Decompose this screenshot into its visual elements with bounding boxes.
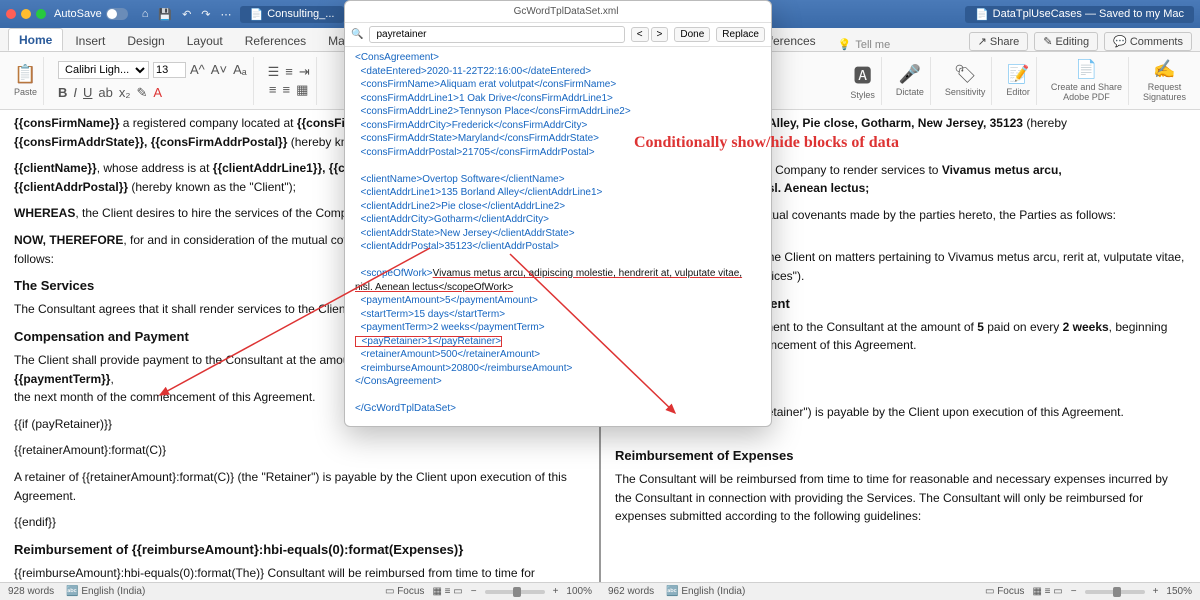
tell-me[interactable]: 💡 Tell me (838, 38, 891, 51)
xml-code[interactable]: <ConsAgreement> <dateEntered>2020-11-22T… (345, 47, 771, 426)
save-icon[interactable]: 💾 (158, 8, 172, 21)
prev-match-button[interactable]: < (631, 27, 649, 42)
clipboard-icon: 📋 (14, 64, 36, 85)
window-controls[interactable] (6, 9, 46, 19)
styles-group[interactable]: 🅰Styles (844, 57, 882, 105)
editing-button[interactable]: ✎ Editing (1034, 32, 1098, 51)
undo-icon[interactable]: ↶ (182, 8, 191, 21)
tab-design[interactable]: Design (117, 30, 174, 51)
indent-icon[interactable]: ⇥ (299, 64, 310, 80)
autosave-label: AutoSave (54, 8, 102, 20)
xml-title: GcWordTplDataSet.xml (369, 6, 763, 17)
borders-icon[interactable]: ▦ (296, 82, 308, 98)
payretainer-element: <payRetainer>1</payRetainer> (355, 336, 502, 347)
doc-title-right: 📄 DataTplUseCases — Saved to my Mac (965, 6, 1194, 23)
view-icons[interactable]: ▦ ≡ ▭ (432, 586, 462, 597)
font-size[interactable] (153, 62, 186, 78)
word-count-r[interactable]: 962 words (608, 586, 654, 597)
font-name[interactable]: Calibri Ligh... (58, 61, 149, 79)
editor-group[interactable]: 📝Editor (1000, 57, 1037, 105)
pdf-icon: 📄 (1075, 59, 1097, 80)
shield-icon: 🏷 (954, 64, 977, 85)
grow-font-icon[interactable]: A^ (190, 62, 205, 77)
next-match-button[interactable]: > (651, 27, 669, 42)
align-left-icon[interactable]: ≡ (269, 82, 277, 98)
adobe-share-group[interactable]: 📄Create and Share Adobe PDF (1045, 57, 1129, 105)
shrink-font-icon[interactable]: A˅ (211, 62, 227, 77)
minimize-icon[interactable] (21, 9, 31, 19)
find-input[interactable] (369, 26, 624, 43)
font-color-icon[interactable]: A (153, 85, 162, 101)
zoom-slider[interactable] (485, 590, 545, 594)
signature-icon: ✍ (1153, 59, 1175, 80)
tab-layout[interactable]: Layout (177, 30, 233, 51)
xml-editor-window: GcWordTplDataSet.xml 🔍 <> Done Replace <… (344, 0, 772, 427)
xml-titlebar: GcWordTplDataSet.xml (345, 1, 771, 23)
replace-button[interactable]: Replace (716, 27, 765, 42)
done-button[interactable]: Done (674, 27, 710, 42)
language[interactable]: 🔤 English (India) (66, 586, 145, 597)
zoom-level[interactable]: 100% (566, 586, 592, 597)
bold-icon[interactable]: B (58, 85, 67, 101)
strike-icon[interactable]: ab (98, 85, 112, 101)
sub-icon[interactable]: x₂ (119, 85, 131, 101)
mic-icon: 🎤 (899, 64, 921, 85)
more-icon[interactable]: ⋯ (221, 8, 232, 21)
paste-group[interactable]: 📋 Paste (8, 57, 44, 105)
home-icon[interactable]: ⌂ (142, 8, 149, 21)
highlight-icon[interactable]: ✎ (136, 85, 147, 101)
word-count[interactable]: 928 words (8, 586, 54, 597)
tab-home[interactable]: Home (8, 28, 63, 51)
heading-reimbursement: Reimbursement of {{reimburseAmount}:hbi-… (14, 540, 585, 560)
heading-reimbursement-r: Reimbursement of Expenses (615, 446, 1186, 466)
find-bar: 🔍 <> Done Replace (345, 23, 771, 47)
numbering-icon[interactable]: ≡ (285, 64, 293, 80)
search-icon: 🔍 (351, 29, 363, 40)
view-icons-r[interactable]: ▦ ≡ ▭ (1032, 586, 1062, 597)
zoom-icon[interactable] (36, 9, 46, 19)
clear-format-icon[interactable]: Aₐ (233, 62, 247, 77)
share-group: ↗ Share ✎ Editing 💬 Comments (969, 32, 1192, 51)
comments-button[interactable]: 💬 Comments (1104, 32, 1192, 51)
paste-label: Paste (14, 87, 37, 97)
close-icon[interactable] (6, 9, 16, 19)
underline-icon[interactable]: U (83, 85, 92, 101)
autosave-toggle[interactable]: AutoSave (54, 8, 128, 20)
focus-mode-r[interactable]: ▭ Focus (985, 586, 1024, 597)
paragraph-group: ☰≡⇥ ≡≡▦ (262, 57, 317, 105)
sensitivity-group[interactable]: 🏷Sensitivity (939, 57, 993, 105)
statusbar-left: 928 words 🔤 English (India) ▭ Focus ▦ ≡ … (0, 582, 600, 600)
statusbar-right: 962 words 🔤 English (India) ▭ Focus ▦ ≡ … (600, 582, 1200, 600)
font-group: Calibri Ligh... A^ A˅ Aₐ B I U ab x₂ ✎ A (52, 57, 254, 105)
quick-access: ⌂ 💾 ↶ ↷ ⋯ (142, 8, 232, 21)
tab-insert[interactable]: Insert (65, 30, 115, 51)
zoom-level-r[interactable]: 150% (1166, 586, 1192, 597)
styles-icon: 🅰 (854, 62, 872, 88)
focus-mode[interactable]: ▭ Focus (385, 586, 424, 597)
language-r[interactable]: 🔤 English (India) (666, 586, 745, 597)
endif-block: {{endif}} (14, 513, 585, 532)
bullets-icon[interactable]: ☰ (268, 64, 280, 80)
signatures-group[interactable]: ✍Request Signatures (1137, 57, 1192, 105)
redo-icon[interactable]: ↷ (201, 8, 210, 21)
annotation-label: Conditionally show/hide blocks of data (634, 134, 899, 152)
zoom-slider-r[interactable] (1085, 590, 1145, 594)
tab-references[interactable]: References (235, 30, 316, 51)
dictate-group[interactable]: 🎤Dictate (890, 57, 931, 105)
toggle-icon[interactable] (106, 8, 128, 20)
align-center-icon[interactable]: ≡ (283, 82, 291, 98)
italic-icon[interactable]: I (73, 85, 77, 101)
share-button[interactable]: ↗ Share (969, 32, 1029, 51)
editor-icon: 📝 (1007, 64, 1029, 85)
doc-title-left: 📄 Consulting_... (240, 6, 345, 23)
